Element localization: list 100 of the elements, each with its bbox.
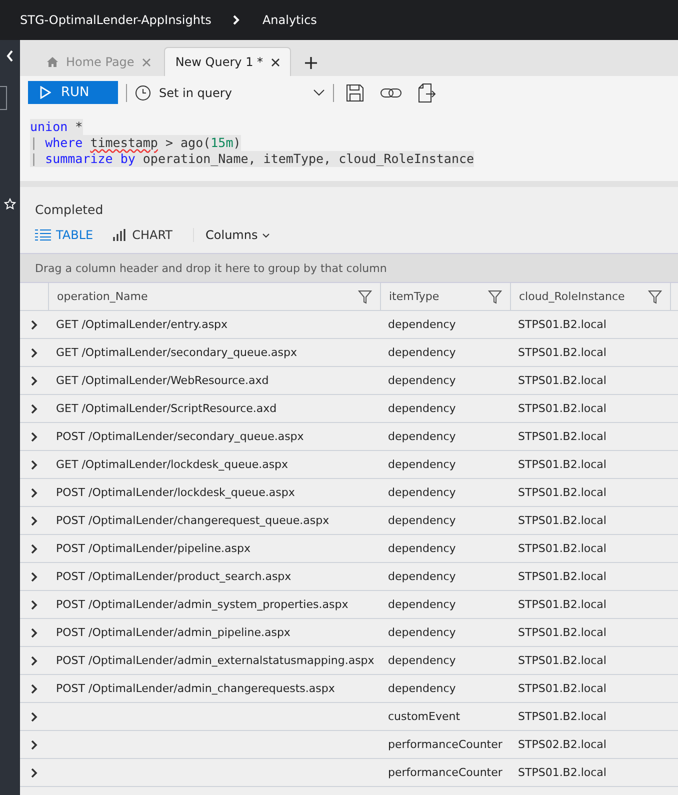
- table-cell-text: STPS02.B2.local: [517, 738, 608, 751]
- table-cell-text: STPS01.B2.local: [517, 654, 608, 667]
- filter-icon[interactable]: [648, 290, 662, 304]
- expand-row-button[interactable]: [30, 376, 38, 386]
- caret-icon: [262, 232, 270, 238]
- expand-row-button[interactable]: [30, 516, 38, 526]
- column-header[interactable]: operation_Name: [57, 290, 148, 303]
- star-icon[interactable]: [4, 198, 16, 210]
- table-cell-text: POST /OptimalLender/admin_pipeline.aspx: [55, 626, 292, 639]
- table-cell-text: dependency: [387, 570, 457, 583]
- table-cell-text: STPS01.B2.local: [517, 514, 608, 527]
- column-header[interactable]: cloud_RoleInstance: [519, 290, 625, 303]
- table-cell-text: POST /OptimalLender/secondary_queue.aspx: [55, 430, 305, 443]
- table-cell-text: dependency: [387, 654, 457, 667]
- table-cell-text: STPS01.B2.local: [517, 318, 608, 331]
- expand-row-button[interactable]: [30, 712, 38, 722]
- breadcrumb-item[interactable]: STG-OptimalLender-AppInsights: [20, 13, 212, 27]
- expand-icon: [30, 460, 38, 470]
- expand-icon: [30, 348, 38, 358]
- expand-row-button[interactable]: [30, 460, 38, 470]
- table-cell-text: STPS01.B2.local: [517, 626, 608, 639]
- table-cell-text: dependency: [387, 346, 457, 359]
- add-tab-icon[interactable]: [305, 57, 318, 69]
- view-tab[interactable]: CHART: [113, 228, 173, 242]
- table-cell-text: dependency: [387, 682, 457, 695]
- table-cell-text: STPS01.B2.local: [517, 570, 608, 583]
- expand-icon: [30, 656, 38, 666]
- table-cell-text: STPS01.B2.local: [517, 374, 608, 387]
- table-cell-text: performanceCounter: [387, 738, 504, 751]
- table-cell-text: STPS01.B2.local: [517, 486, 608, 499]
- home-icon: [47, 57, 58, 67]
- table-cell-text: dependency: [387, 318, 457, 331]
- table-cell-text: STPS01.B2.local: [517, 682, 608, 695]
- run-button[interactable]: RUN: [28, 81, 118, 104]
- chevron-icon: [233, 15, 240, 25]
- expand-icon: [30, 432, 38, 442]
- expand-row-button[interactable]: [30, 572, 38, 582]
- time-range-dropdown[interactable]: Set in query: [135, 84, 325, 100]
- expand-row-button[interactable]: [30, 488, 38, 498]
- expand-icon: [30, 600, 38, 610]
- table-cell-text: dependency: [387, 542, 457, 555]
- table-cell-text: POST /OptimalLender/admin_system_properties.aspx: [55, 598, 350, 611]
- sidebar-field[interactable]: [0, 86, 7, 110]
- table-cell-text: performanceCounter: [387, 766, 504, 779]
- expand-icon: [30, 320, 38, 330]
- table-cell-text: dependency: [387, 402, 457, 415]
- expand-icon: [30, 684, 38, 694]
- table-cell-text: GET /OptimalLender/entry.aspx: [55, 318, 229, 331]
- caret-icon: [313, 89, 325, 96]
- expand-row-button[interactable]: [30, 404, 38, 414]
- expand-icon: [30, 376, 38, 386]
- table-cell-text: POST /OptimalLender/pipeline.aspx: [55, 542, 252, 555]
- expand-row-button[interactable]: [30, 740, 38, 750]
- table-cell-text: STPS01.B2.local: [517, 346, 608, 359]
- clock-icon: [135, 84, 151, 100]
- table-cell-text: dependency: [387, 598, 457, 611]
- expand-icon: [30, 768, 38, 778]
- close-icon[interactable]: [271, 58, 280, 66]
- expand-icon: [30, 488, 38, 498]
- table-cell-text: STPS01.B2.local: [517, 430, 608, 443]
- expand-row-button[interactable]: [30, 544, 38, 554]
- play-icon: [40, 86, 51, 99]
- expand-row-button[interactable]: [30, 432, 38, 442]
- expand-row-button[interactable]: [30, 348, 38, 358]
- view-tab[interactable]: TABLE: [35, 228, 94, 242]
- expand-row-button[interactable]: [30, 628, 38, 638]
- bar-chart-icon: [113, 229, 128, 241]
- filter-icon[interactable]: [358, 290, 372, 304]
- table-cell-text: dependency: [387, 458, 457, 471]
- expand-row-button[interactable]: [30, 684, 38, 694]
- query-editor[interactable]: union * | where timestamp > ago(15m) | summarize by operation_Name, itemType, cloud_RoleInstance: [20, 109, 678, 187]
- table-cell-text: customEvent: [387, 710, 462, 723]
- expand-icon: [30, 516, 38, 526]
- expand-icon: [30, 572, 38, 582]
- filter-icon[interactable]: [488, 290, 502, 304]
- expand-row-button[interactable]: [30, 600, 38, 610]
- columns-dropdown[interactable]: Columns: [192, 228, 270, 242]
- status-text: Completed: [34, 201, 104, 219]
- table-cell-text: STPS01.B2.local: [517, 542, 608, 555]
- table-cell-text: POST /OptimalLender/admin_externalstatusmapping.aspx: [55, 654, 376, 667]
- table-cell-text: GET /OptimalLender/lockdesk_queue.aspx: [55, 458, 290, 471]
- table-cell-text: POST /OptimalLender/admin_changerequests.aspx: [55, 682, 336, 695]
- column-header[interactable]: itemType: [389, 290, 440, 303]
- expand-icon: [30, 712, 38, 722]
- expand-icon: [30, 544, 38, 554]
- tab[interactable]: New Query 1 *: [164, 47, 292, 76]
- expand-row-button[interactable]: [30, 656, 38, 666]
- table-cell-text: POST /OptimalLender/lockdesk_queue.aspx: [55, 486, 296, 499]
- breadcrumb-item[interactable]: Analytics: [262, 13, 317, 27]
- table-cell-text: STPS01.B2.local: [517, 598, 608, 611]
- expand-row-button[interactable]: [30, 320, 38, 330]
- expand-icon: [30, 404, 38, 414]
- table-cell-text: dependency: [387, 626, 457, 639]
- table-cell-text: POST /OptimalLender/changerequest_queue.aspx: [55, 514, 330, 527]
- table-cell-text: STPS01.B2.local: [517, 458, 608, 471]
- collapse-icon[interactable]: [6, 50, 14, 62]
- table-cell-text: dependency: [387, 430, 457, 443]
- expand-row-button[interactable]: [30, 768, 38, 778]
- table-cell-text: GET /OptimalLender/ScriptResource.axd: [55, 402, 278, 415]
- expand-icon: [30, 628, 38, 638]
